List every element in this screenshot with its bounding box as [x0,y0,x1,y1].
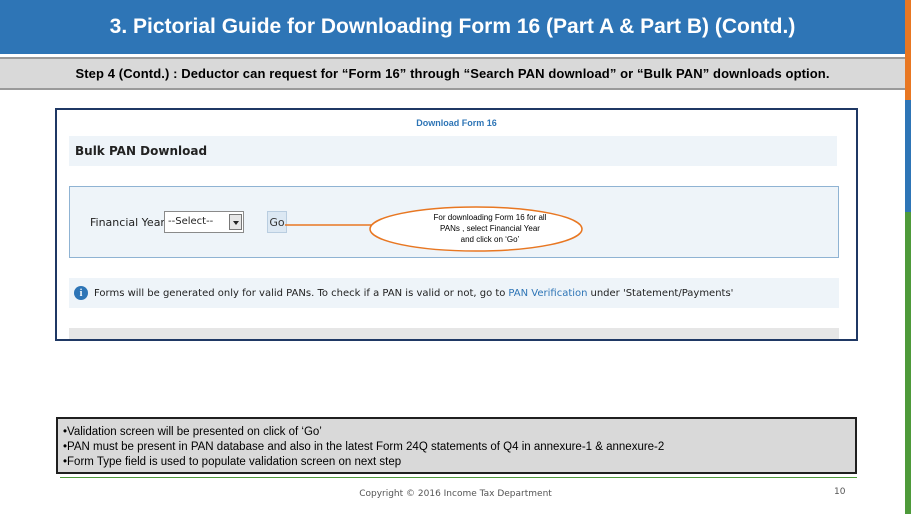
bulk-pan-title-text: Bulk PAN Download [75,144,208,158]
page-number: 10 [834,487,846,497]
edge-strip-orange [905,0,911,100]
footer-divider [60,477,857,478]
download-form16-heading: Download Form 16 [416,118,497,128]
callout-line-2: PANs , select Financial Year [440,224,540,233]
info-text-before: Forms will be generated only for valid P… [94,287,506,299]
callout-line-1: For downloading Form 16 for all [433,213,547,222]
bulk-pan-section-title: Bulk PAN Download [69,136,837,166]
screenshot-bottom-row [69,328,839,339]
financial-year-select[interactable]: --Select-- [164,211,244,233]
edge-color-strip [905,0,911,514]
financial-year-label-text: Financial Year [90,216,165,229]
notes-box: •Validation screen will be presented on … [56,417,857,474]
callout-text: For downloading Form 16 for all PANs , s… [398,212,582,245]
note-item: •PAN must be present in PAN database and… [63,441,665,453]
chevron-down-icon[interactable] [229,214,242,230]
financial-year-select-value: --Select-- [168,216,214,227]
edge-strip-blue [905,100,911,212]
edge-strip-green [905,212,911,514]
go-button[interactable]: Go [267,211,287,233]
info-icon: i [74,286,88,300]
info-text-after: under 'Statement/Payments' [590,287,734,299]
step-description: Step 4 (Contd.) : Deductor can request f… [0,57,905,90]
callout-line-3: and click on ‘Go’ [460,235,520,244]
slide-title: 3. Pictorial Guide for Downloading Form … [0,0,905,54]
note-item: •Validation screen will be presented on … [63,426,322,438]
footer-copyright: Copyright © 2016 Income Tax Department [359,489,552,499]
financial-year-label: Financial Year* [90,216,170,229]
pan-info-row: i Forms will be generated only for valid… [69,278,839,308]
pan-verification-link[interactable]: PAN Verification [508,288,587,299]
note-item: •Form Type field is used to populate val… [63,456,402,468]
